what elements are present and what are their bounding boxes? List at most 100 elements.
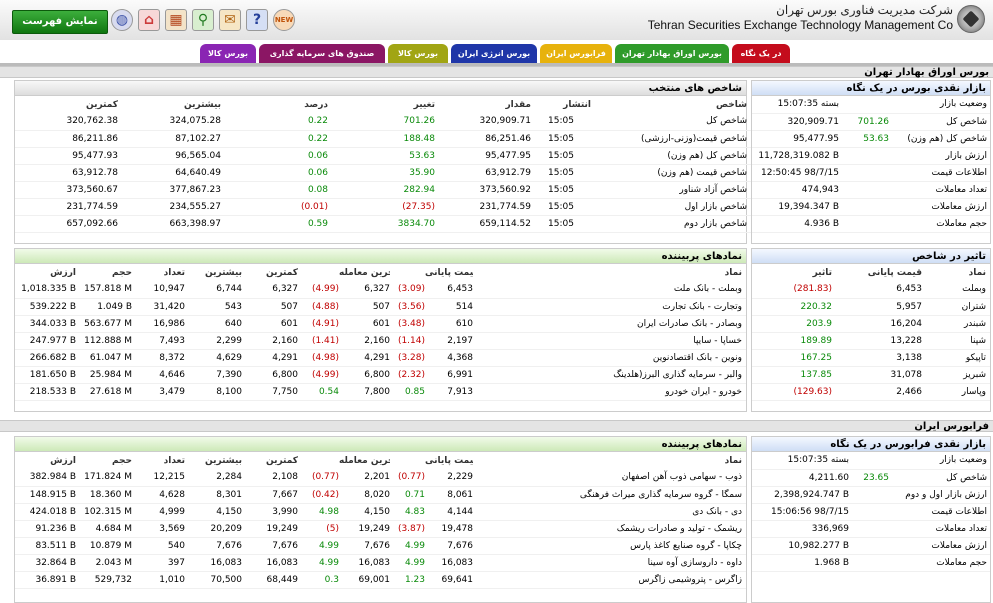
symbol-name[interactable]: دی - بانک دی bbox=[473, 503, 746, 521]
table-row[interactable]: 320,762.38 324,075.28 0.22 701.26 320,909.71… bbox=[15, 113, 751, 131]
column-header[interactable]: تعداد bbox=[132, 452, 185, 469]
table-row[interactable]: 95,477.93 96,565.04 0.06 53.63 95,477.95 15:0… bbox=[15, 147, 751, 165]
symbol-name[interactable]: ذوب - سهامی ذوب آهن اصفهان bbox=[473, 469, 746, 487]
tab-investment-funds[interactable]: صندوق های سرمایه گذاری bbox=[259, 44, 385, 64]
symbol-name[interactable]: شبریز bbox=[922, 366, 990, 384]
table-row[interactable]: 218.533 B 27.618 M 3,479 8,100 7,750 0.54 7,80… bbox=[15, 383, 746, 401]
symbol-name[interactable]: تاپیکو bbox=[922, 349, 990, 367]
symbol-name[interactable]: شاخص بازار اول bbox=[591, 198, 751, 216]
table-row[interactable]: 148.915 B 18.360 M 4,628 8,301 7,667 (0.42) 8,… bbox=[15, 486, 746, 504]
table-row[interactable]: 36.891 B 529,732 1,010 70,500 68,449 0.3 69,00… bbox=[15, 571, 746, 589]
table-row[interactable]: 189.89 13,228 شپنا bbox=[752, 332, 990, 350]
table-row[interactable]: 63,912.78 64,640.49 0.06 35.90 63,912.79 15:0… bbox=[15, 164, 751, 182]
symbol-name[interactable]: خساپا - سایپا bbox=[473, 332, 746, 350]
table-row[interactable]: (129.63) 2,466 وپاسار bbox=[752, 383, 990, 401]
column-header[interactable]: ارزش bbox=[15, 264, 76, 281]
table-row[interactable]: 1,018.335 B 157.818 M 10,947 6,744 6,327 (4.9… bbox=[15, 281, 746, 299]
column-header[interactable] bbox=[298, 452, 339, 469]
symbol-name[interactable]: سمگا - گروه سرمایه گذاری میراث فرهنگی bbox=[473, 486, 746, 504]
column-header[interactable]: حجم bbox=[76, 452, 132, 469]
table-row[interactable]: 137.85 31,078 شبریز bbox=[752, 366, 990, 384]
column-header[interactable]: کمترین bbox=[242, 264, 298, 281]
column-header[interactable]: نماد bbox=[922, 264, 990, 281]
column-header[interactable] bbox=[390, 452, 425, 469]
table-row[interactable]: 181.650 B 25.984 M 4,646 7,390 6,800 (4.99) 6,… bbox=[15, 366, 746, 384]
symbol-name[interactable]: ونوین - بانک اقتصادنوین bbox=[473, 349, 746, 367]
symbol-name[interactable]: وتجارت - بانک تجارت bbox=[473, 298, 746, 316]
table-row[interactable]: 91.236 B 4.684 M 3,569 20,209 19,249 (5) 19,24… bbox=[15, 520, 746, 538]
symbol-name[interactable]: ریشمک - تولید و صادرات ریشمک bbox=[473, 520, 746, 538]
tab-overview[interactable]: در یک نگاه bbox=[732, 44, 790, 65]
column-header[interactable]: کمترین bbox=[15, 96, 118, 113]
tab-commodity-exchange-2[interactable]: بورس کالا bbox=[200, 44, 256, 64]
table-row[interactable]: 344.033 B 563.677 M 16,986 640 601 (4.91) 601(… bbox=[15, 315, 746, 333]
table-row[interactable]: 373,560.67 377,867.23 0.08 282.94 373,560.92… bbox=[15, 181, 751, 199]
tab-tehran-stock-exchange[interactable]: بورس اوراق بهادار تهران bbox=[615, 44, 729, 64]
show-menu-button[interactable]: نمایش فهرست bbox=[12, 10, 108, 34]
symbol-name[interactable]: داوه - داروسازی آوه سینا bbox=[473, 554, 746, 572]
symbol-name[interactable]: والبر - سرمایه گذاری البرز(هلدینگ bbox=[473, 366, 746, 384]
home-icon[interactable]: ⌂ bbox=[138, 9, 160, 31]
column-header[interactable]: بیشترین bbox=[185, 264, 242, 281]
column-header[interactable]: قیمت پایانی bbox=[425, 452, 473, 469]
column-header[interactable]: قیمت پایانی bbox=[832, 264, 922, 281]
table-row[interactable]: 382.984 B 171.824 M 12,215 2,284 2,108 (0.77)… bbox=[15, 469, 746, 487]
calculator-icon[interactable]: ▦ bbox=[165, 9, 187, 31]
column-header[interactable]: شاخص bbox=[591, 96, 751, 113]
column-header[interactable]: قیمت پایانی bbox=[425, 264, 473, 281]
symbol-name[interactable]: وبملت bbox=[922, 281, 990, 299]
table-row[interactable]: 220.32 5,957 شتران bbox=[752, 298, 990, 316]
table-row[interactable]: 266.682 B 61.047 M 8,372 4,629 4,291 (4.98) 4,… bbox=[15, 349, 746, 367]
column-header[interactable]: حجم bbox=[76, 264, 132, 281]
column-header[interactable]: انتشار bbox=[531, 96, 591, 113]
symbol-name[interactable]: وپاسار bbox=[922, 383, 990, 401]
column-header[interactable]: آخرین معامله bbox=[339, 452, 390, 469]
column-header[interactable]: درصد bbox=[221, 96, 328, 113]
search-icon[interactable]: ⚲ bbox=[192, 9, 214, 31]
symbol-name[interactable]: شاخص بازار دوم bbox=[591, 215, 751, 233]
table-row[interactable]: 86,211.86 87,102.27 0.22 188.48 86,251.46 15:… bbox=[15, 130, 751, 148]
column-header[interactable]: بیشترین bbox=[118, 96, 221, 113]
column-header[interactable]: نماد bbox=[473, 264, 746, 281]
column-header[interactable]: مقدار bbox=[435, 96, 531, 113]
column-header[interactable]: نماد bbox=[473, 452, 746, 469]
symbol-name[interactable]: شبندر bbox=[922, 315, 990, 333]
table-row[interactable]: 247.977 B 112.888 M 7,493 2,299 2,160 (1.41) 2… bbox=[15, 332, 746, 350]
table-row[interactable]: 657,092.66 663,398.97 0.59 3834.70 659,114.5… bbox=[15, 215, 751, 233]
table-row[interactable]: 167.25 3,138 تاپیکو bbox=[752, 349, 990, 367]
column-header[interactable] bbox=[298, 264, 339, 281]
symbol-name[interactable]: شاخص کل bbox=[591, 113, 751, 131]
column-header[interactable]: کمترین bbox=[242, 452, 298, 469]
table-row[interactable]: 231,774.59 234,555.27 (0.01) (27.35) 231,774… bbox=[15, 198, 751, 216]
chat-icon[interactable]: ✉ bbox=[219, 9, 241, 31]
tab-energy-exchange[interactable]: بورس انرژی ایران bbox=[451, 44, 537, 64]
symbol-name[interactable]: شاخص قیمت(وزنی-ارزشی) bbox=[591, 130, 751, 148]
column-header[interactable]: تغییر bbox=[328, 96, 435, 113]
table-row[interactable]: 83.511 B 10.879 M 540 7,676 7,676 4.99 7,676 4.… bbox=[15, 537, 746, 555]
column-header[interactable]: آخرین معامله bbox=[339, 264, 390, 281]
symbol-name[interactable]: زاگرس - پتروشیمی زاگرس bbox=[473, 571, 746, 589]
symbol-name[interactable]: شاخص قیمت (هم وزن) bbox=[591, 164, 751, 182]
help-icon[interactable]: ? bbox=[246, 9, 268, 31]
table-row[interactable]: (281.83) 6,453 وبملت bbox=[752, 281, 990, 299]
symbol-name[interactable]: شاخص آزاد شناور bbox=[591, 181, 751, 199]
table-row[interactable]: 32.864 B 2.043 M 397 16,083 16,083 4.99 16,083… bbox=[15, 554, 746, 572]
column-header[interactable]: بیشترین bbox=[185, 452, 242, 469]
tab-commodity-exchange[interactable]: بورس کالا bbox=[388, 44, 448, 64]
symbol-name[interactable]: چکاپا - گروه صنایع کاغذ پارس bbox=[473, 537, 746, 555]
table-row[interactable]: 203.9 16,204 شبندر bbox=[752, 315, 990, 333]
column-header[interactable] bbox=[390, 264, 425, 281]
tab-ifb[interactable]: فرابورس ایران bbox=[540, 44, 612, 64]
new-icon[interactable]: NEW bbox=[273, 9, 295, 31]
company-logo-icon[interactable] bbox=[957, 5, 985, 33]
symbol-name[interactable]: خودرو - ایران خودرو bbox=[473, 383, 746, 401]
symbol-name[interactable]: وبملت - بانک ملت bbox=[473, 281, 746, 299]
symbol-name[interactable]: شپنا bbox=[922, 332, 990, 350]
symbol-name[interactable]: وبصادر - بانک صادرات ایران bbox=[473, 315, 746, 333]
globe-icon[interactable]: ◍ bbox=[111, 9, 133, 31]
column-header[interactable]: ارزش bbox=[15, 452, 76, 469]
column-header[interactable]: تاثیر bbox=[752, 264, 832, 281]
table-row[interactable]: 424.018 B 102.315 M 4,999 4,150 3,990 4.98 4,1… bbox=[15, 503, 746, 521]
symbol-name[interactable]: شتران bbox=[922, 298, 990, 316]
column-header[interactable]: تعداد bbox=[132, 264, 185, 281]
